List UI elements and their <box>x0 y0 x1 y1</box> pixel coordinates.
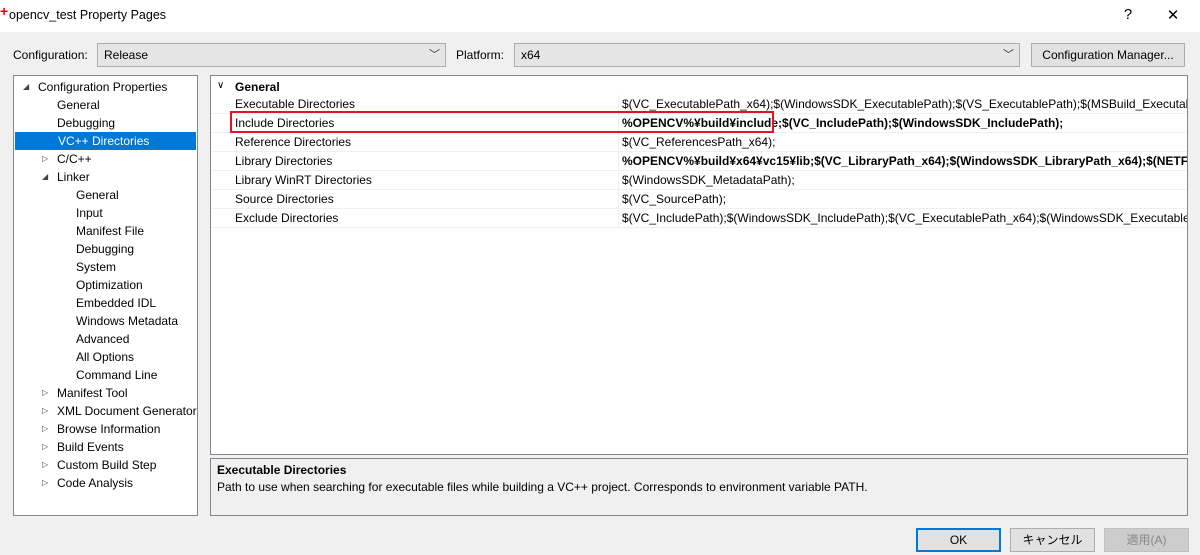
tree-item[interactable]: Command Line <box>14 366 195 384</box>
property-row[interactable]: Library WinRT Directories $(WindowsSDK_Me… <box>211 171 1187 190</box>
tree-item[interactable]: Debugging <box>14 114 195 132</box>
chevron-down-icon[interactable]: ∨ <box>217 80 224 91</box>
platform-select[interactable]: x64 ﹀ <box>514 43 1020 67</box>
tree-item-label: VC++ Directories <box>58 134 150 148</box>
expand-icon[interactable]: ▷ <box>42 456 48 474</box>
property-value[interactable]: %OPENCV%¥build¥x64¥vc15¥lib;$(VC_Library… <box>618 152 1187 171</box>
tree-item-label: Input <box>76 206 103 220</box>
property-value[interactable]: $(VC_SourcePath); <box>618 190 726 209</box>
expand-icon[interactable]: ▷ <box>42 420 48 438</box>
property-row[interactable]: Source Directories $(VC_SourcePath); <box>211 190 1187 209</box>
tree-item[interactable]: ◢ Configuration Properties <box>14 78 195 96</box>
tree-item[interactable]: Advanced <box>14 330 195 348</box>
description-text: Path to use when searching for executabl… <box>217 480 868 494</box>
tree-item-label: Embedded IDL <box>76 296 157 310</box>
tree-item-label: Optimization <box>76 278 143 292</box>
collapse-icon[interactable]: ◢ <box>42 168 48 186</box>
tree-item-label: C/C++ <box>57 152 92 166</box>
highlight-box <box>230 111 774 133</box>
description-panel: Executable Directories Path to use when … <box>210 458 1188 516</box>
chevron-down-icon: ﹀ <box>1003 49 1014 61</box>
apply-button[interactable]: 適用(A) <box>1104 528 1189 552</box>
property-row[interactable]: Library Directories %OPENCV%¥build¥x64¥vc… <box>211 152 1187 171</box>
property-value[interactable]: $(VC_ReferencesPath_x64); <box>618 133 775 152</box>
tree-item[interactable]: General <box>14 186 195 204</box>
tree-item[interactable]: ▷ Browse Information <box>14 420 195 438</box>
tree-item-label: General <box>57 98 100 112</box>
tree-item[interactable]: Manifest File <box>14 222 195 240</box>
configuration-label: Configuration: <box>13 48 88 62</box>
tree-item-label: System <box>76 260 117 274</box>
property-name: Source Directories <box>235 192 334 206</box>
property-value[interactable]: $(VC_IncludePath);$(WindowsSDK_IncludePa… <box>618 209 1187 228</box>
tree-item[interactable]: ◢ Linker <box>14 168 195 186</box>
help-button[interactable]: ? <box>1113 6 1143 23</box>
chevron-down-icon: ﹀ <box>429 49 440 61</box>
tree-item[interactable]: All Options <box>14 348 195 366</box>
tree-item[interactable]: ▷ XML Document Generator <box>14 402 197 420</box>
expand-icon[interactable]: ▷ <box>42 150 48 168</box>
tree-item[interactable]: Debugging <box>14 240 195 258</box>
tree-item-label: Build Events <box>57 440 124 454</box>
tree-item-label: All Options <box>76 350 135 364</box>
platform-value: x64 <box>521 48 541 62</box>
expand-icon[interactable]: ▷ <box>42 474 48 492</box>
property-row[interactable]: Exclude Directories $(VC_IncludePath);$(W… <box>211 209 1187 228</box>
expand-icon[interactable]: ▷ <box>42 438 48 456</box>
tree-item[interactable]: Optimization <box>14 276 195 294</box>
tree-item-label: General <box>76 188 119 202</box>
tree-item[interactable]: Input <box>14 204 195 222</box>
tree-item-label: Advanced <box>76 332 130 346</box>
tree-item-label: Configuration Properties <box>38 80 168 94</box>
tree-item-label: Windows Metadata <box>76 314 179 328</box>
property-name: Library WinRT Directories <box>235 173 372 187</box>
description-title: Executable Directories <box>217 463 347 477</box>
tree-item[interactable]: System <box>14 258 195 276</box>
tree-item[interactable]: ▷ Build Events <box>14 438 195 456</box>
title-bar: + opencv_test Property Pages ? ✕ <box>0 0 1200 32</box>
close-button[interactable]: ✕ <box>1158 6 1188 24</box>
scrollbar[interactable] <box>1188 75 1200 515</box>
property-row[interactable]: Reference Directories $(VC_ReferencesPath… <box>211 133 1187 152</box>
expand-icon[interactable]: ▷ <box>42 402 48 420</box>
tree-item[interactable]: Windows Metadata <box>14 312 195 330</box>
platform-label: Platform: <box>456 48 505 62</box>
tree-item-label: Linker <box>57 170 90 184</box>
tree-item[interactable]: ▷ C/C++ <box>14 150 195 168</box>
property-name: Reference Directories <box>235 135 352 149</box>
configuration-manager-button[interactable]: Configuration Manager... <box>1031 43 1185 67</box>
tree-item-label: Code Analysis <box>57 476 134 490</box>
tree-item-label: Custom Build Step <box>57 458 157 472</box>
tree-item-label: Debugging <box>57 116 116 130</box>
cancel-button[interactable]: キャンセル <box>1010 528 1095 552</box>
tree-item[interactable]: Embedded IDL <box>14 294 195 312</box>
tree-item[interactable]: VC++ Directories <box>15 132 196 150</box>
configuration-value: Release <box>104 48 149 62</box>
tree-item[interactable]: General <box>14 96 195 114</box>
property-grid: ∨ General Executable Directories $(VC_Exe… <box>210 75 1188 455</box>
configuration-select[interactable]: Release ﹀ <box>97 43 446 67</box>
tree-item-label: Manifest Tool <box>57 386 128 400</box>
tree-item-label: Command Line <box>76 368 158 382</box>
property-value[interactable]: $(WindowsSDK_MetadataPath); <box>618 171 795 190</box>
tree-item[interactable]: ▷ Manifest Tool <box>14 384 195 402</box>
window-title: opencv_test Property Pages <box>9 8 167 22</box>
tree-item[interactable]: ▷ Custom Build Step <box>14 456 195 474</box>
property-name: Library Directories <box>235 154 333 168</box>
ok-button[interactable]: OK <box>916 528 1001 552</box>
property-name: Exclude Directories <box>235 211 339 225</box>
tree-item-label: XML Document Generator <box>57 404 197 418</box>
expand-icon[interactable]: ▷ <box>42 384 48 402</box>
property-tree: ◢ Configuration Properties General Debuggin… <box>13 75 198 516</box>
cursor-marker-icon: + <box>0 3 9 19</box>
tree-item-label: Browse Information <box>57 422 161 436</box>
tree-item[interactable]: ▷ Code Analysis <box>14 474 195 492</box>
tree-item-label: Debugging <box>76 242 135 256</box>
collapse-icon[interactable]: ◢ <box>23 78 29 96</box>
tree-item-label: Manifest File <box>76 224 145 238</box>
